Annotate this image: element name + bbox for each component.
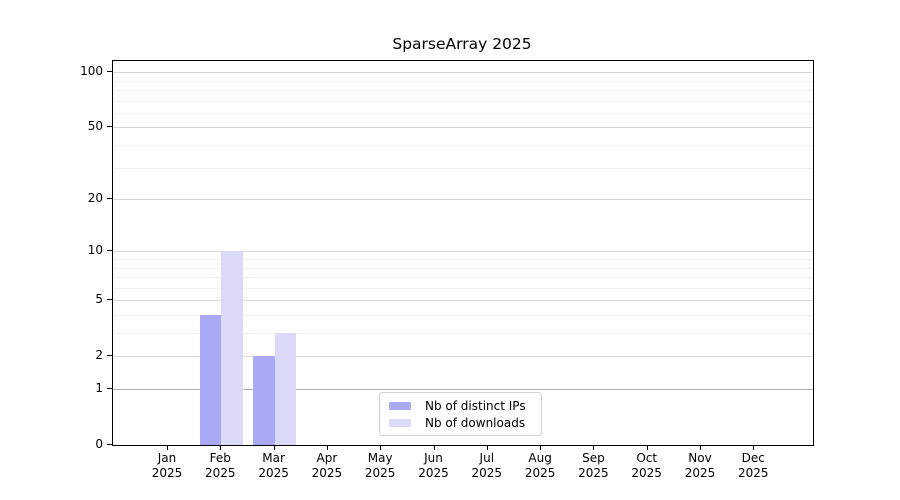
y-tick-1 (107, 388, 112, 389)
gridline-major-5 (113, 300, 813, 301)
bar-mar-downloads (275, 333, 296, 445)
chart-figure: SparseArray 2025 0125102050100 Jan2025Fe… (0, 0, 900, 500)
y-tick-label-50: 50 (59, 118, 103, 134)
gridline-minor-40 (113, 145, 813, 146)
x-tick-jun (434, 445, 435, 450)
y-tick-5 (107, 299, 112, 300)
gridline-major-50 (113, 127, 813, 128)
bar-mar-distinct-ips (253, 356, 274, 445)
gridline-minor-70 (113, 101, 813, 102)
y-tick-label-0: 0 (59, 436, 103, 452)
legend: Nb of distinct IPs Nb of downloads (379, 392, 542, 436)
y-tick-label-1: 1 (59, 380, 103, 396)
y-tick-label-2: 2 (59, 347, 103, 363)
gridline-minor-9 (113, 259, 813, 260)
legend-swatch-distinct-ips (389, 402, 411, 410)
legend-item-downloads: Nb of downloads (389, 415, 533, 431)
y-tick-100 (107, 71, 112, 72)
bar-feb-downloads (221, 251, 242, 445)
gridline-minor-6 (113, 288, 813, 289)
gridline-major-20 (113, 199, 813, 200)
y-tick-label-5: 5 (59, 291, 103, 307)
x-tick-nov (700, 445, 701, 450)
gridline-minor-7 (113, 277, 813, 278)
x-tick-mar (274, 445, 275, 450)
gridline-minor-8 (113, 268, 813, 269)
gridline-minor-30 (113, 168, 813, 169)
y-tick-label-100: 100 (59, 63, 103, 79)
y-tick-2 (107, 355, 112, 356)
y-tick-20 (107, 198, 112, 199)
x-tick-jul (487, 445, 488, 450)
y-tick-0 (107, 444, 112, 445)
y-tick-10 (107, 250, 112, 251)
y-tick-50 (107, 126, 112, 127)
legend-swatch-downloads (389, 419, 411, 427)
x-tick-aug (540, 445, 541, 450)
chart-title: SparseArray 2025 (112, 35, 812, 53)
x-tick-oct (647, 445, 648, 450)
gridline-minor-80 (113, 90, 813, 91)
x-tick-jan (167, 445, 168, 450)
y-tick-label-10: 10 (59, 242, 103, 258)
x-tick-may (380, 445, 381, 450)
gridline-major-10 (113, 251, 813, 252)
x-tick-dec (753, 445, 754, 450)
y-tick-label-20: 20 (59, 190, 103, 206)
gridline-minor-60 (113, 113, 813, 114)
bar-feb-distinct-ips (200, 315, 221, 445)
x-tick-apr (327, 445, 328, 450)
legend-label-downloads: Nb of downloads (425, 416, 525, 430)
legend-label-distinct-ips: Nb of distinct IPs (425, 399, 526, 413)
x-tick-label-dec: Dec2025 (721, 451, 785, 481)
gridline-minor-90 (113, 81, 813, 82)
x-tick-sep (593, 445, 594, 450)
plot-area (112, 60, 814, 446)
gridline-major-100 (113, 72, 813, 73)
legend-item-distinct-ips: Nb of distinct IPs (389, 398, 533, 414)
x-tick-feb (220, 445, 221, 450)
